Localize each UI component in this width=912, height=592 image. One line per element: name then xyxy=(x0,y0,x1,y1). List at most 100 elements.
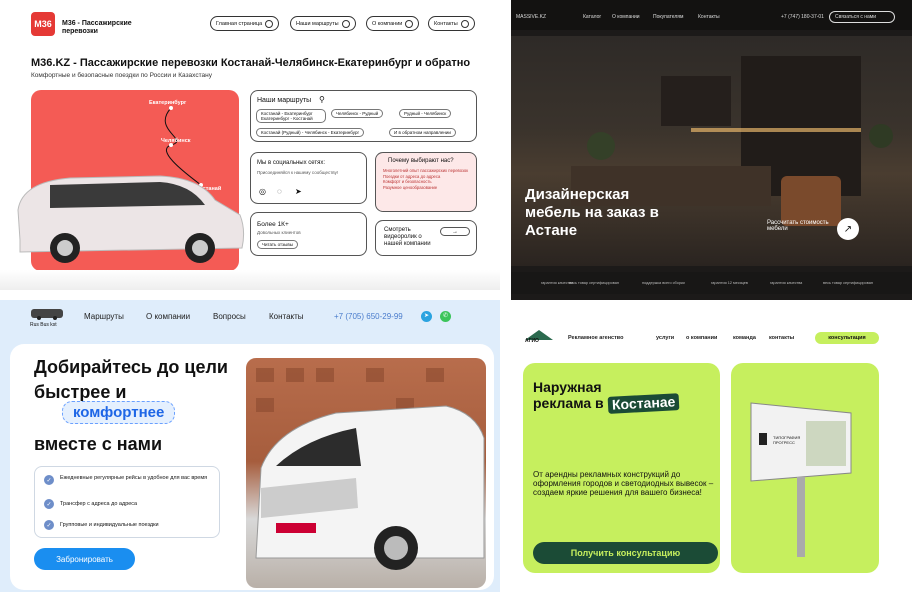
why-card: Почему выбирают нас? Многолетний опыт па… xyxy=(375,152,477,212)
route-item[interactable]: Челябинск - Рудный xyxy=(331,109,384,118)
billboard-image xyxy=(750,402,852,557)
reviews-title: Более 1К+ xyxy=(257,221,289,228)
nav-contacts[interactable]: Контакты xyxy=(269,312,304,321)
massive-title: Дизайнерская мебель на заказ в Астане xyxy=(525,186,659,239)
billboard-card: ТИПОГРАФИЯ ПРОГРЕСС xyxy=(731,363,879,573)
telegram-icon[interactable]: ➤ xyxy=(295,187,302,196)
strip-item: весь товар сертифицирован xyxy=(569,281,619,285)
m36-logo[interactable]: M36 xyxy=(31,12,55,36)
feature-item: Групповые и индивидуальные поездки xyxy=(60,522,159,528)
strip-item: гарантия 12 месяцев xyxy=(711,281,748,285)
nav-routes-button[interactable]: Наши маршруты xyxy=(290,16,356,31)
promo-word: реклама в xyxy=(533,395,604,411)
nav-label: О компании xyxy=(372,20,403,27)
nav-routes[interactable]: Маршруты xyxy=(84,312,124,321)
check-icon: ✓ xyxy=(44,520,54,530)
promo-title: Наружная реклама в Костанае xyxy=(533,379,680,414)
features-list: ✓ Ежедневные регулярные рейсы в удобное … xyxy=(34,466,220,538)
nav-about[interactable]: О компании xyxy=(146,312,190,321)
social-title: Мы в социальных сетях: xyxy=(257,160,326,166)
nav-home-button[interactable]: Главная страница xyxy=(210,16,280,31)
features-strip: гарантия качества весь товар сертифициро… xyxy=(511,272,912,294)
consult-button[interactable]: консультация xyxy=(815,332,879,344)
video-label: Смотреть видеоролик о нашей компании xyxy=(384,227,431,247)
nav-contacts-button[interactable]: Контакты xyxy=(428,16,475,31)
strip-item: весь товар сертифицирован xyxy=(823,281,873,285)
m36-brand: M36 - Пассажирские перевозки xyxy=(62,20,132,35)
route-item[interactable]: Костанай - Екатеринбург Екатеринбург - К… xyxy=(256,109,326,123)
nav-contacts[interactable]: Контакты xyxy=(698,14,720,20)
nav-about[interactable]: о компании xyxy=(686,335,717,341)
get-consult-button[interactable]: Получить консультацию xyxy=(533,542,718,564)
read-reviews-button[interactable]: Читать отзывы xyxy=(257,240,298,249)
rusbus-logo[interactable]: Rus Bus kst xyxy=(30,322,57,328)
hero-highlight: комфортнее xyxy=(62,401,176,424)
reviews-card: Более 1К+ Довольных клиентов Читать отзы… xyxy=(250,212,367,256)
minivan-image xyxy=(17,175,245,263)
phone-number[interactable]: +7 (705) 650-29-99 xyxy=(334,312,403,321)
nav-buyers[interactable]: Покупателям xyxy=(653,14,683,20)
nav-services[interactable]: услуги xyxy=(656,335,674,341)
calc-label[interactable]: Рассчитать стоимость мебели xyxy=(767,220,837,232)
why-item: Разумное ценообразование xyxy=(383,184,438,190)
telegram-icon[interactable]: ➤ xyxy=(421,311,432,322)
feature-item: Трансфер с адреса до адреса xyxy=(60,501,138,507)
home-icon xyxy=(265,19,274,28)
map-icon xyxy=(341,19,350,28)
hero-line: Добирайтесь до цели xyxy=(34,357,228,377)
ad-logo[interactable]: АГИО xyxy=(525,338,539,344)
nav-about[interactable]: О компании xyxy=(612,14,640,20)
massive-panel: MASSIVE.KZ Каталог О компании Покупателя… xyxy=(511,0,912,300)
check-icon: ✓ xyxy=(44,499,54,509)
arrow-up-right-icon[interactable]: ↗ xyxy=(837,218,859,240)
city-label: Екатеринбург xyxy=(149,100,187,106)
whatsapp-icon[interactable]: ◌ xyxy=(277,187,282,196)
route-item[interactable]: И в обратном направлении xyxy=(389,128,456,137)
massive-logo[interactable]: MASSIVE.KZ xyxy=(516,14,546,20)
strip-item: гарантия качества xyxy=(770,281,803,285)
whatsapp-icon[interactable]: ✆ xyxy=(440,311,451,322)
nav-catalog[interactable]: Каталог xyxy=(583,14,601,20)
hero-heading: Добирайтесь до цели быстрее и xyxy=(34,355,228,405)
instagram-icon[interactable]: ◎ xyxy=(259,187,266,196)
nav-label: Наши маршруты xyxy=(296,20,339,27)
route-item[interactable]: Рудный - Челябинск xyxy=(399,109,452,118)
why-title: Почему выбирают нас? xyxy=(388,158,454,164)
promo-city: Костанае xyxy=(607,393,680,414)
phone-number[interactable]: +7 (747) 180-37-01 xyxy=(781,14,824,20)
book-button[interactable]: Забронировать xyxy=(34,548,135,570)
promo-line: реклама в Костанае xyxy=(533,393,680,414)
nav-about-button[interactable]: О компании xyxy=(366,16,420,31)
video-card[interactable]: Смотреть видеоролик о нашей компании → xyxy=(375,220,477,256)
ad-panel: АГИО Рекламное агенство услуги о компани… xyxy=(511,318,912,578)
billboard-label: ТИПОГРАФИЯ ПРОГРЕСС xyxy=(773,435,801,445)
check-icon: ✓ xyxy=(44,475,54,485)
route-item[interactable]: Костанай (Рудный) - Челябинск - Екатерин… xyxy=(256,128,365,137)
reviews-sub: Довольных клиентов xyxy=(257,230,301,235)
check-icon xyxy=(405,19,414,28)
promo-line: Наружная xyxy=(533,379,602,395)
routes-card: Наши маршруты ⚲ Костанай - Екатеринбург … xyxy=(250,90,477,142)
nav-faq[interactable]: Вопросы xyxy=(213,312,246,321)
mail-icon xyxy=(460,19,469,28)
strip-item: поддержка всего сборки xyxy=(642,281,685,285)
page-title: M36.KZ - Пассажирские перевозки Костанай… xyxy=(31,57,471,69)
nav-label: Главная страница xyxy=(216,20,263,27)
bus-logo-icon[interactable] xyxy=(30,307,64,321)
arrow-right-icon[interactable]: → xyxy=(440,227,470,236)
nav-label: Контакты xyxy=(434,20,458,27)
nav-team[interactable]: команда xyxy=(733,335,756,341)
rusbus-panel: Rus Bus kst Маршруты О компании Вопросы … xyxy=(0,300,500,592)
hero-line: вместе с нами xyxy=(34,434,163,454)
feature-item: Ежедневные регулярные рейсы в удобное дл… xyxy=(60,475,208,481)
why-item: Многолетний опыт пассажирских перевозок xyxy=(383,168,469,173)
nav-contacts[interactable]: контакты xyxy=(769,335,794,341)
agency-tag: Рекламное агенство xyxy=(568,335,624,341)
routes-title: Наши маршруты xyxy=(257,97,312,104)
pin-icon: ⚲ xyxy=(319,95,325,104)
massive-header: MASSIVE.KZ Каталог О компании Покупателя… xyxy=(511,0,912,30)
social-sub: Присоединяйся к нашему сообществу! xyxy=(257,170,339,175)
contact-us-button[interactable]: Связаться с нами xyxy=(829,11,895,23)
minivan-illustration xyxy=(255,368,485,570)
promo-text: От арендны рекламных конструкций до офор… xyxy=(533,470,714,497)
